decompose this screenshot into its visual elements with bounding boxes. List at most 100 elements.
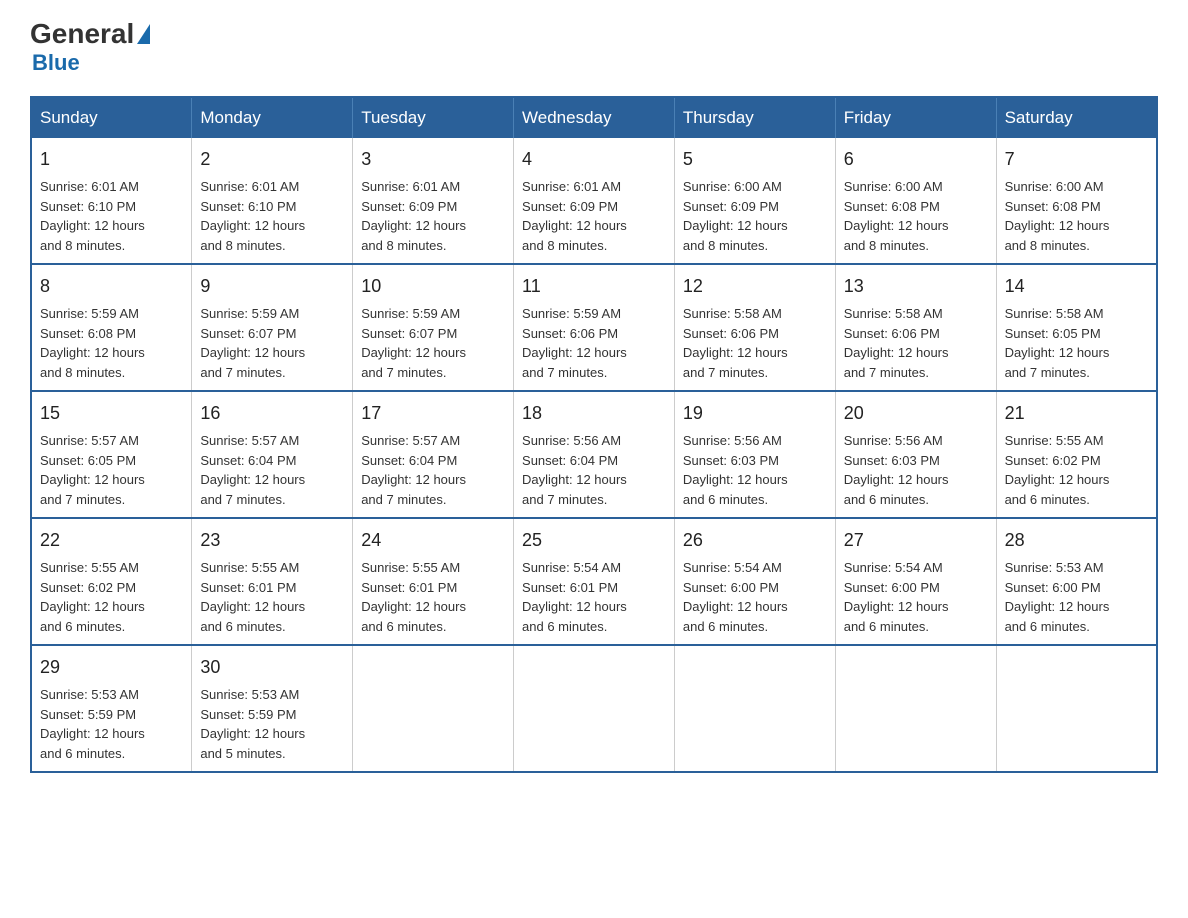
day-number: 24 [361, 527, 505, 554]
calendar-week-row: 29 Sunrise: 5:53 AMSunset: 5:59 PMDayligh… [31, 645, 1157, 772]
day-info: Sunrise: 5:58 AMSunset: 6:06 PMDaylight:… [683, 306, 788, 380]
calendar-header-tuesday: Tuesday [353, 97, 514, 138]
day-number: 14 [1005, 273, 1148, 300]
calendar-cell: 29 Sunrise: 5:53 AMSunset: 5:59 PMDayligh… [31, 645, 192, 772]
day-info: Sunrise: 5:54 AMSunset: 6:00 PMDaylight:… [683, 560, 788, 634]
day-info: Sunrise: 5:57 AMSunset: 6:05 PMDaylight:… [40, 433, 145, 507]
calendar-header-thursday: Thursday [674, 97, 835, 138]
calendar-cell: 18 Sunrise: 5:56 AMSunset: 6:04 PMDayligh… [514, 391, 675, 518]
day-number: 21 [1005, 400, 1148, 427]
calendar-cell: 25 Sunrise: 5:54 AMSunset: 6:01 PMDayligh… [514, 518, 675, 645]
calendar-cell: 10 Sunrise: 5:59 AMSunset: 6:07 PMDayligh… [353, 264, 514, 391]
day-info: Sunrise: 6:01 AMSunset: 6:10 PMDaylight:… [200, 179, 305, 253]
day-info: Sunrise: 5:59 AMSunset: 6:07 PMDaylight:… [361, 306, 466, 380]
day-number: 5 [683, 146, 827, 173]
calendar-header-saturday: Saturday [996, 97, 1157, 138]
calendar-header-row: SundayMondayTuesdayWednesdayThursdayFrid… [31, 97, 1157, 138]
calendar-cell: 20Sunrise: 5:56 AMSunset: 6:03 PMDayligh… [835, 391, 996, 518]
day-info: Sunrise: 6:00 AMSunset: 6:08 PMDaylight:… [1005, 179, 1110, 253]
day-number: 12 [683, 273, 827, 300]
day-info: Sunrise: 5:56 AMSunset: 6:04 PMDaylight:… [522, 433, 627, 507]
day-info: Sunrise: 5:53 AMSunset: 5:59 PMDaylight:… [200, 687, 305, 761]
calendar-cell [674, 645, 835, 772]
calendar-cell: 24 Sunrise: 5:55 AMSunset: 6:01 PMDayligh… [353, 518, 514, 645]
day-number: 7 [1005, 146, 1148, 173]
calendar-cell: 12 Sunrise: 5:58 AMSunset: 6:06 PMDayligh… [674, 264, 835, 391]
day-info: Sunrise: 5:55 AMSunset: 6:01 PMDaylight:… [200, 560, 305, 634]
calendar-cell: 4 Sunrise: 6:01 AMSunset: 6:09 PMDaylight… [514, 138, 675, 264]
calendar-cell: 2Sunrise: 6:01 AMSunset: 6:10 PMDaylight… [192, 138, 353, 264]
calendar-cell [835, 645, 996, 772]
calendar-cell: 14Sunrise: 5:58 AMSunset: 6:05 PMDayligh… [996, 264, 1157, 391]
day-info: Sunrise: 5:55 AMSunset: 6:02 PMDaylight:… [40, 560, 145, 634]
logo: General Blue [30, 20, 150, 76]
calendar-table: SundayMondayTuesdayWednesdayThursdayFrid… [30, 96, 1158, 773]
calendar-cell [514, 645, 675, 772]
calendar-cell: 21 Sunrise: 5:55 AMSunset: 6:02 PMDayligh… [996, 391, 1157, 518]
calendar-cell: 8 Sunrise: 5:59 AMSunset: 6:08 PMDaylight… [31, 264, 192, 391]
day-info: Sunrise: 5:53 AMSunset: 6:00 PMDaylight:… [1005, 560, 1110, 634]
day-info: Sunrise: 5:59 AMSunset: 6:06 PMDaylight:… [522, 306, 627, 380]
page-header: General Blue [30, 20, 1158, 76]
day-number: 26 [683, 527, 827, 554]
calendar-cell: 26 Sunrise: 5:54 AMSunset: 6:00 PMDayligh… [674, 518, 835, 645]
calendar-cell: 19Sunrise: 5:56 AMSunset: 6:03 PMDayligh… [674, 391, 835, 518]
day-number: 4 [522, 146, 666, 173]
calendar-cell: 28 Sunrise: 5:53 AMSunset: 6:00 PMDayligh… [996, 518, 1157, 645]
logo-blue: Blue [32, 50, 80, 76]
calendar-cell: 30 Sunrise: 5:53 AMSunset: 5:59 PMDayligh… [192, 645, 353, 772]
day-number: 10 [361, 273, 505, 300]
day-number: 28 [1005, 527, 1148, 554]
day-info: Sunrise: 6:00 AMSunset: 6:08 PMDaylight:… [844, 179, 949, 253]
day-info: Sunrise: 5:53 AMSunset: 5:59 PMDaylight:… [40, 687, 145, 761]
day-number: 23 [200, 527, 344, 554]
day-number: 18 [522, 400, 666, 427]
logo-general: General [30, 20, 134, 48]
calendar-week-row: 1 Sunrise: 6:01 AMSunset: 6:10 PMDaylight… [31, 138, 1157, 264]
day-info: Sunrise: 6:01 AMSunset: 6:10 PMDaylight:… [40, 179, 145, 253]
calendar-week-row: 22 Sunrise: 5:55 AMSunset: 6:02 PMDayligh… [31, 518, 1157, 645]
day-number: 30 [200, 654, 344, 681]
day-info: Sunrise: 5:57 AMSunset: 6:04 PMDaylight:… [361, 433, 466, 507]
day-number: 13 [844, 273, 988, 300]
day-info: Sunrise: 5:59 AMSunset: 6:08 PMDaylight:… [40, 306, 145, 380]
day-info: Sunrise: 5:55 AMSunset: 6:01 PMDaylight:… [361, 560, 466, 634]
day-number: 1 [40, 146, 183, 173]
calendar-cell: 22 Sunrise: 5:55 AMSunset: 6:02 PMDayligh… [31, 518, 192, 645]
calendar-cell: 5 Sunrise: 6:00 AMSunset: 6:09 PMDaylight… [674, 138, 835, 264]
calendar-cell: 15Sunrise: 5:57 AMSunset: 6:05 PMDayligh… [31, 391, 192, 518]
calendar-cell: 17Sunrise: 5:57 AMSunset: 6:04 PMDayligh… [353, 391, 514, 518]
calendar-cell: 9Sunrise: 5:59 AMSunset: 6:07 PMDaylight… [192, 264, 353, 391]
calendar-cell: 3Sunrise: 6:01 AMSunset: 6:09 PMDaylight… [353, 138, 514, 264]
calendar-cell: 13 Sunrise: 5:58 AMSunset: 6:06 PMDayligh… [835, 264, 996, 391]
day-number: 27 [844, 527, 988, 554]
calendar-header-wednesday: Wednesday [514, 97, 675, 138]
calendar-cell: 16 Sunrise: 5:57 AMSunset: 6:04 PMDayligh… [192, 391, 353, 518]
calendar-cell: 6Sunrise: 6:00 AMSunset: 6:08 PMDaylight… [835, 138, 996, 264]
calendar-cell [996, 645, 1157, 772]
calendar-header-sunday: Sunday [31, 97, 192, 138]
day-number: 22 [40, 527, 183, 554]
calendar-cell: 27 Sunrise: 5:54 AMSunset: 6:00 PMDayligh… [835, 518, 996, 645]
calendar-cell: 1 Sunrise: 6:01 AMSunset: 6:10 PMDaylight… [31, 138, 192, 264]
day-info: Sunrise: 6:00 AMSunset: 6:09 PMDaylight:… [683, 179, 788, 253]
day-info: Sunrise: 5:55 AMSunset: 6:02 PMDaylight:… [1005, 433, 1110, 507]
day-info: Sunrise: 5:54 AMSunset: 6:01 PMDaylight:… [522, 560, 627, 634]
calendar-cell: 11 Sunrise: 5:59 AMSunset: 6:06 PMDayligh… [514, 264, 675, 391]
calendar-week-row: 8 Sunrise: 5:59 AMSunset: 6:08 PMDaylight… [31, 264, 1157, 391]
day-number: 29 [40, 654, 183, 681]
day-info: Sunrise: 5:57 AMSunset: 6:04 PMDaylight:… [200, 433, 305, 507]
day-number: 8 [40, 273, 183, 300]
day-number: 16 [200, 400, 344, 427]
day-number: 25 [522, 527, 666, 554]
day-info: Sunrise: 5:59 AMSunset: 6:07 PMDaylight:… [200, 306, 305, 380]
calendar-cell: 23 Sunrise: 5:55 AMSunset: 6:01 PMDayligh… [192, 518, 353, 645]
calendar-cell: 7 Sunrise: 6:00 AMSunset: 6:08 PMDaylight… [996, 138, 1157, 264]
day-info: Sunrise: 5:54 AMSunset: 6:00 PMDaylight:… [844, 560, 949, 634]
calendar-week-row: 15Sunrise: 5:57 AMSunset: 6:05 PMDayligh… [31, 391, 1157, 518]
day-number: 11 [522, 273, 666, 300]
day-info: Sunrise: 6:01 AMSunset: 6:09 PMDaylight:… [522, 179, 627, 253]
day-number: 20 [844, 400, 988, 427]
calendar-header-monday: Monday [192, 97, 353, 138]
day-info: Sunrise: 5:58 AMSunset: 6:06 PMDaylight:… [844, 306, 949, 380]
